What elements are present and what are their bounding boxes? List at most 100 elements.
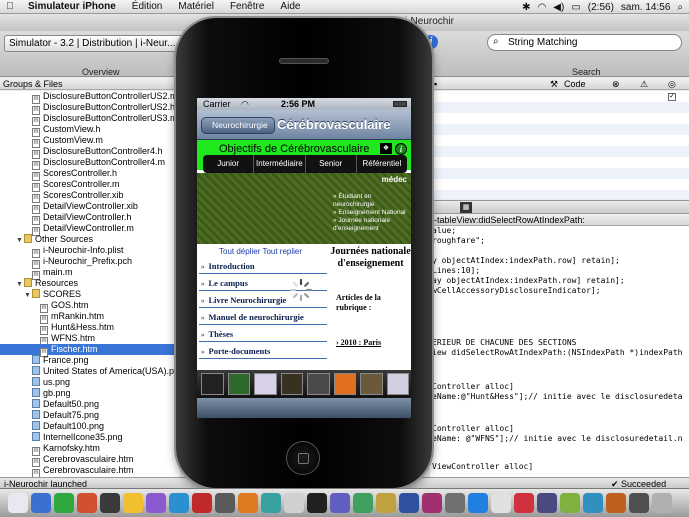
tree-file[interactable]: France.png: [0, 355, 180, 366]
code-line[interactable]: alue;: [432, 226, 456, 236]
dock-app-icon[interactable]: [491, 493, 511, 513]
tree-file[interactable]: m Fischer.htm: [0, 344, 180, 357]
menu-help[interactable]: Aide: [272, 1, 308, 12]
battery-icon[interactable]: ▭: [571, 2, 580, 13]
tree-file[interactable]: m i-Neurochir-Info.plist: [0, 245, 180, 258]
tree-file[interactable]: m DisclosureButtonController4.m: [0, 157, 180, 170]
dock-app-icon[interactable]: [77, 493, 97, 513]
code-line[interactable]: y objectAtIndex:indexPath.row] retain];: [432, 256, 620, 266]
tree-file[interactable]: Default50.png: [0, 399, 180, 410]
dock-app-icon[interactable]: [169, 493, 189, 513]
tree-file[interactable]: m DisclosureButtonControllerUS2.m: [0, 91, 180, 104]
tree-file[interactable]: Default100.png: [0, 421, 180, 432]
code-line[interactable]: ERIEUR DE CHACUNE DES SECTIONS: [432, 338, 577, 348]
tree-file[interactable]: m GOS.htm: [0, 300, 180, 313]
dock-app-icon[interactable]: [54, 493, 74, 513]
dock-app-icon[interactable]: [123, 493, 143, 513]
tree-file[interactable]: m CustomView.h: [0, 124, 180, 137]
code-column-header[interactable]: Code: [564, 78, 586, 90]
tree-file[interactable]: InternelIcone35.png: [0, 432, 180, 443]
dock-app-icon[interactable]: [422, 493, 442, 513]
dock-app-icon[interactable]: [514, 493, 534, 513]
warnings-column-icon[interactable]: ⚠: [640, 78, 648, 90]
year-link[interactable]: › 2010 : Paris: [336, 338, 381, 348]
back-button[interactable]: Neurochirurgie: [201, 117, 275, 134]
tree-file[interactable]: gb.png: [0, 388, 180, 399]
tree-file[interactable]: Default75.png: [0, 410, 180, 421]
dock-app-icon[interactable]: [8, 493, 28, 513]
code-line[interactable]: eName:@"Hunt&Hess"];// initie avec le di…: [432, 392, 682, 402]
dock-app-icon[interactable]: [353, 493, 373, 513]
tree-file[interactable]: us.png: [0, 377, 180, 388]
detail-list[interactable]: ✓: [430, 91, 689, 199]
code-line[interactable]: ViewController alloc]: [432, 462, 533, 472]
dock-app-icon[interactable]: [215, 493, 235, 513]
code-line[interactable]: ay objectAtIndex:indexPath.row] retain];: [432, 276, 625, 286]
target-popup[interactable]: Simulator - 3.2 | Distribution | i-Neur.…: [4, 35, 186, 52]
volume-icon[interactable]: ◀): [553, 2, 564, 13]
dock-app-icon[interactable]: [399, 493, 419, 513]
dock-app-icon[interactable]: [261, 493, 281, 513]
tree-file[interactable]: m DisclosureButtonController4.h: [0, 146, 180, 159]
hammer-icon[interactable]: ⚒: [550, 78, 558, 90]
menu-window[interactable]: Fenêtre: [222, 1, 272, 12]
dock-app-icon[interactable]: [537, 493, 557, 513]
dock-app-icon[interactable]: [560, 493, 580, 513]
dock-app-icon[interactable]: [583, 493, 603, 513]
tree-folder[interactable]: ▼ Resources: [0, 278, 180, 289]
expand-collapse-link[interactable]: Tout déplier Tout replier: [219, 247, 302, 256]
iphone-screen[interactable]: Carrier ◠ 2:56 PM Neurochirurgie Cérébro…: [197, 98, 411, 418]
segment-junior[interactable]: Junior: [203, 155, 255, 173]
tree-file[interactable]: m Cerebrovasculaire.htm: [0, 465, 180, 477]
bookmark-icon[interactable]: ❖: [380, 143, 392, 154]
menubar-clock[interactable]: sam. 14:56: [621, 2, 670, 13]
dock-app-icon[interactable]: [284, 493, 304, 513]
dock-app-icon[interactable]: [652, 493, 672, 513]
tree-file[interactable]: m DetailViewController.h: [0, 212, 180, 225]
code-line[interactable]: roughfare";: [432, 236, 485, 246]
search-field[interactable]: ⌕ String Matching: [487, 34, 682, 51]
segment-intermediate[interactable]: Intermédiaire: [254, 155, 306, 173]
dock-app-icon[interactable]: [31, 493, 51, 513]
dock-app-icon[interactable]: [146, 493, 166, 513]
menu-app-name[interactable]: Simulateur iPhone: [20, 1, 124, 12]
menu-item-documents[interactable]: » Porte-documents: [199, 343, 327, 359]
file-type-icon[interactable]: ▪: [434, 78, 437, 90]
groups-files-header[interactable]: Groups & Files: [0, 78, 180, 90]
tree-file[interactable]: m ScoresController.xib: [0, 190, 180, 203]
code-line[interactable]: wCellAccessoryDisclosureIndicator];: [432, 286, 601, 296]
spotlight-icon[interactable]: ⌕: [677, 2, 683, 13]
banner-bullet[interactable]: » Étudiant en: [333, 193, 406, 201]
code-line[interactable]: Lines:10];: [432, 266, 480, 276]
errors-column-icon[interactable]: ⊗: [612, 78, 620, 90]
info-circle-icon[interactable]: i: [395, 143, 407, 155]
tree-file[interactable]: United States of America(USA).png: [0, 366, 180, 377]
editor-toggle-icon[interactable]: ▦: [460, 202, 472, 213]
code-line[interactable]: Controller alloc]: [432, 424, 514, 434]
code-line[interactable]: Controller alloc]: [432, 382, 514, 392]
tree-file[interactable]: m main.m: [0, 267, 180, 280]
bluetooth-icon[interactable]: ✱: [522, 2, 530, 13]
home-button[interactable]: [286, 441, 320, 475]
tree-file[interactable]: m Hunt&Hess.htm: [0, 322, 180, 335]
dock-app-icon[interactable]: [307, 493, 327, 513]
tree-file[interactable]: m WFNS.htm: [0, 333, 180, 346]
target-checkbox[interactable]: ✓: [668, 93, 676, 101]
groups-files-tree[interactable]: m DisclosureButtonControllerUS2.m m Disclos…: [0, 91, 180, 477]
thumb-star-icon[interactable]: [201, 373, 224, 395]
tree-file[interactable]: m DetailViewController.m: [0, 223, 180, 236]
tree-file[interactable]: m i-Neurochir_Prefix.pch: [0, 256, 180, 269]
tree-file[interactable]: m mRankin.htm: [0, 311, 180, 324]
tree-file[interactable]: m DetailViewController.xib: [0, 201, 180, 214]
tree-file[interactable]: m CustomView.m: [0, 135, 180, 148]
code-line[interactable]: iew didSelectRowAtIndexPath:(NSIndexPath…: [432, 348, 682, 358]
thumb-image[interactable]: [254, 373, 277, 395]
segment-reference[interactable]: Référentiel: [357, 155, 407, 173]
dock-app-icon[interactable]: [606, 493, 626, 513]
menu-item-theses[interactable]: » Thèses: [199, 326, 327, 342]
tree-file[interactable]: m DisclosureButtonControllerUS3.m: [0, 113, 180, 126]
dock-app-icon[interactable]: [192, 493, 212, 513]
battery-time[interactable]: (2:56): [588, 2, 614, 13]
tree-file[interactable]: m Cerebrovasculaire.htm: [0, 454, 180, 467]
dock-app-icon[interactable]: [376, 493, 396, 513]
